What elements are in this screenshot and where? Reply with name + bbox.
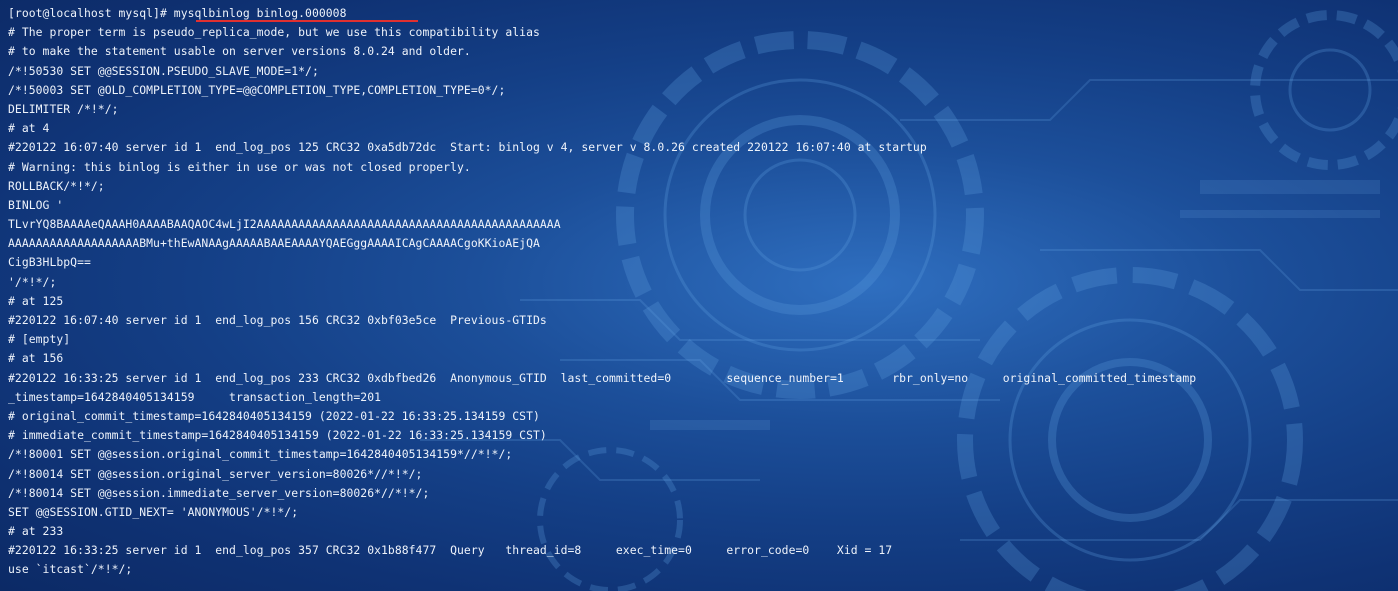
terminal-line: /*!80014 SET @@session.immediate_server_…: [8, 485, 430, 500]
terminal-line: #220122 16:07:40 server id 1 end_log_pos…: [8, 313, 547, 327]
terminal-line: # Warning: this binlog is either in use …: [8, 159, 471, 174]
terminal-line: /*!50530 SET @@SESSION.PSEUDO_SLAVE_MODE…: [8, 63, 319, 78]
terminal-line: TLvrYQ8BAAAAeQAAAH0AAAABAAQAOC4wLjI2AAAA…: [8, 217, 561, 232]
terminal-line: CigB3HLbpQ==: [8, 255, 91, 270]
terminal-line: #220122 16:33:25 server id 1 end_log_pos…: [8, 543, 893, 558]
command-underline: [196, 20, 418, 22]
terminal-line: SET @@SESSION.GTID_NEXT= 'ANONYMOUS'/*!*…: [8, 504, 299, 519]
terminal-line: # at 125: [8, 293, 64, 308]
terminal-line: _timestamp=1642840405134159 transaction_…: [8, 389, 382, 404]
terminal-line: /*!50003 SET @OLD_COMPLETION_TYPE=@@COMP…: [8, 82, 506, 97]
terminal-line: # to make the statement usable on server…: [8, 44, 471, 59]
terminal-line: #220122 16:07:40 server id 1 end_log_pos…: [8, 140, 927, 155]
terminal-line: # The proper term is pseudo_replica_mode…: [8, 25, 540, 40]
terminal-line: # at 156: [8, 351, 64, 366]
terminal-line: # at 4: [8, 121, 50, 136]
terminal-line: '/*!*/;: [8, 274, 57, 289]
terminal-line: ROLLBACK/*!*/;: [8, 178, 105, 193]
terminal-line: /*!80001 SET @@session.original_commit_t…: [8, 447, 513, 462]
terminal-line: # [empty]: [8, 332, 71, 347]
terminal-line: use `itcast`/*!*/;: [8, 562, 133, 577]
terminal-line: # at 233: [8, 524, 64, 539]
terminal-line: #220122 16:33:25 server id 1 end_log_pos…: [8, 370, 1197, 385]
terminal-window[interactable]: [root@localhost mysql]# mysqlbinlog binl…: [0, 0, 1398, 591]
terminal-line: DELIMITER /*!*/;: [8, 101, 119, 116]
terminal-line: AAAAAAAAAAAAAAAAAAABMu+thEwANAAgAAAAABAA…: [8, 236, 540, 251]
terminal-line: /*!80014 SET @@session.original_server_v…: [8, 466, 423, 481]
terminal-line: # immediate_commit_timestamp=16428404051…: [8, 428, 547, 443]
terminal-line: BINLOG ': [8, 197, 64, 212]
terminal-line: # original_commit_timestamp=164284040513…: [8, 408, 540, 423]
